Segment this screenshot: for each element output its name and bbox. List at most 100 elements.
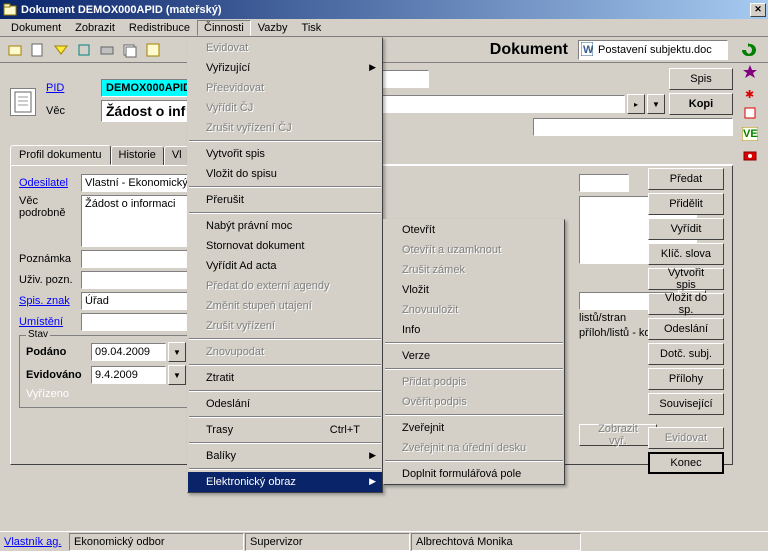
menu-item[interactable]: Elektronický obraz▶ — [188, 472, 382, 492]
close-icon[interactable]: ✕ — [750, 3, 766, 17]
toolbar-btn-7[interactable] — [142, 39, 164, 61]
stav-legend: Stav — [26, 329, 50, 340]
vec-label: Věc — [46, 105, 101, 117]
menu-item[interactable]: Stornovat dokument — [188, 236, 382, 256]
menu-item[interactable]: Vložit — [384, 280, 564, 300]
btn-vytvorit-spis[interactable]: Vytvořit spis — [648, 268, 724, 290]
menu-item[interactable]: Vyřizující▶ — [188, 58, 382, 78]
menu-zobrazit[interactable]: Zobrazit — [68, 20, 122, 36]
vyrizeno-label: Vyřízeno — [26, 388, 91, 400]
tab-historie[interactable]: Historie — [111, 146, 164, 166]
menu-item: Přidat podpis — [384, 372, 564, 392]
menu-item[interactable]: Vyřídit Ad acta — [188, 256, 382, 276]
menu-item[interactable]: Otevřít — [384, 220, 564, 240]
right-button-column: Předat Přidělit Vyřídit Klíč. slova Vytv… — [648, 168, 724, 474]
menu-bar: Dokument Zobrazit Redistribuce Činnosti … — [0, 19, 768, 37]
window-title: Dokument DEMOX000APID (mateřský) — [21, 4, 222, 16]
menu-item: Znovupodat — [188, 342, 382, 362]
menu-item: Evidovat — [188, 38, 382, 58]
header-next-button[interactable]: ▸ — [627, 94, 645, 114]
btn-odeslani[interactable]: Odeslání — [648, 318, 724, 340]
menu-redistribuce[interactable]: Redistribuce — [122, 20, 197, 36]
btn-pridelit[interactable]: Přidělit — [648, 193, 724, 215]
spis-button[interactable]: Spis — [669, 68, 733, 90]
app-icon — [2, 2, 18, 18]
menu-item[interactable]: TrasyCtrl+T — [188, 420, 382, 440]
btn-souvisejici[interactable]: Související — [648, 393, 724, 415]
menu-item[interactable]: Verze — [384, 346, 564, 366]
menu-item[interactable]: Vložit do spisu — [188, 164, 382, 184]
word-doc-icon: W — [581, 42, 595, 58]
vec-podrobne-label: Věc podrobně — [19, 195, 81, 219]
menu-cinnosti-dropdown: EvidovatVyřizující▶PřeevidovatVyřídit ČJ… — [187, 37, 383, 493]
podano-label: Podáno — [26, 346, 91, 358]
odesilatel-label[interactable]: Odesilatel — [19, 177, 81, 189]
menu-tisk[interactable]: Tisk — [295, 20, 329, 36]
menu-item: Zveřejnit na úřední desku — [384, 438, 564, 458]
menu-item: Změnit stupeň utajení — [188, 296, 382, 316]
spis-znak-label[interactable]: Spis. znak — [19, 295, 81, 307]
toolbar-btn-4[interactable] — [73, 39, 95, 61]
menu-item[interactable]: Balíky▶ — [188, 446, 382, 466]
menu-item[interactable]: Přerušit — [188, 190, 382, 210]
evidovano-dropdown[interactable]: ▼ — [168, 365, 186, 385]
vlastnik-label[interactable]: Vlastník ag. — [4, 536, 69, 548]
header-field-3[interactable] — [533, 118, 733, 136]
menu-item[interactable]: Doplnit formulářová pole — [384, 464, 564, 484]
dokument-header-label: Dokument — [490, 41, 568, 59]
document-name-field[interactable]: W Postavení subjektu.doc — [578, 40, 728, 60]
umisteni-label[interactable]: Umístění — [19, 316, 81, 328]
podano-dropdown[interactable]: ▼ — [168, 342, 186, 362]
menu-vazby[interactable]: Vazby — [251, 20, 295, 36]
pid-label[interactable]: PID — [46, 82, 101, 94]
podano-field[interactable]: 09.04.2009 — [91, 343, 166, 361]
menu-dokument[interactable]: Dokument — [4, 20, 68, 36]
pid-value: DEMOX000APID — [101, 79, 201, 97]
submenu-elektronicky-obraz: OtevřítOtevřít a uzamknoutZrušit zámekVl… — [383, 219, 565, 485]
vlastnik-value: Ekonomický odbor — [69, 533, 244, 551]
menu-cinnosti[interactable]: Činnosti — [197, 20, 251, 36]
toolbar-btn-2[interactable] — [27, 39, 49, 61]
tab-vl[interactable]: Vl — [164, 146, 190, 166]
evidovano-field[interactable]: 9.4.2009 — [91, 366, 166, 384]
btn-vlozit-do-sp[interactable]: Vložit do sp. — [648, 293, 724, 315]
status-bar: Vlastník ag. Ekonomický odbor Supervizor… — [0, 531, 768, 551]
menu-item: Ověřit podpis — [384, 392, 564, 412]
btn-konec[interactable]: Konec — [648, 452, 724, 474]
btn-vyridit[interactable]: Vyřídit — [648, 218, 724, 240]
zobrazit-vyr-button[interactable]: Zobrazit vyř. — [579, 424, 657, 446]
toolbar-btn-1[interactable] — [4, 39, 26, 61]
menu-item: Zrušit zámek — [384, 260, 564, 280]
svg-text:W: W — [583, 44, 593, 56]
menu-item: Vyřídit ČJ — [188, 98, 382, 118]
toolbar-btn-3[interactable] — [50, 39, 72, 61]
uziv-pozn-label: Uživ. pozn. — [19, 274, 81, 286]
menu-item[interactable]: Odeslání — [188, 394, 382, 414]
header-dropdown-button[interactable]: ▼ — [647, 94, 665, 114]
menu-item: Přeevidovat — [188, 78, 382, 98]
document-name: Postavení subjektu.doc — [598, 44, 712, 56]
mid-field-1[interactable] — [579, 174, 629, 192]
menu-item: Zrušit vyřízení ČJ — [188, 118, 382, 138]
btn-klic-slova[interactable]: Klíč. slova — [648, 243, 724, 265]
document-page-icon — [10, 88, 36, 116]
rtool-refresh-icon[interactable] — [740, 40, 760, 60]
btn-dotc-subj[interactable]: Dotč. subj. — [648, 343, 724, 365]
menu-item: Znovuuložit — [384, 300, 564, 320]
btn-prilohy[interactable]: Přílohy — [648, 368, 724, 390]
evidovano-label: Evidováno — [26, 369, 91, 381]
menu-item[interactable]: Zveřejnit — [384, 418, 564, 438]
listu-label: listů/stran — [579, 312, 639, 324]
menu-item[interactable]: Nabýt právní moc — [188, 216, 382, 236]
kopie-button[interactable]: Kopi — [669, 93, 733, 115]
menu-item[interactable]: Ztratit — [188, 368, 382, 388]
menu-item: Otevřít a uzamknout — [384, 240, 564, 260]
btn-predat[interactable]: Předat — [648, 168, 724, 190]
menu-item[interactable]: Vytvořit spis — [188, 144, 382, 164]
menu-item[interactable]: Info — [384, 320, 564, 340]
toolbar-btn-5[interactable] — [96, 39, 118, 61]
tab-profil[interactable]: Profil dokumentu — [10, 145, 111, 165]
btn-evidovat[interactable]: Evidovat — [648, 427, 724, 449]
menu-item: Zrušit vyřízení — [188, 316, 382, 336]
toolbar-btn-6[interactable] — [119, 39, 141, 61]
